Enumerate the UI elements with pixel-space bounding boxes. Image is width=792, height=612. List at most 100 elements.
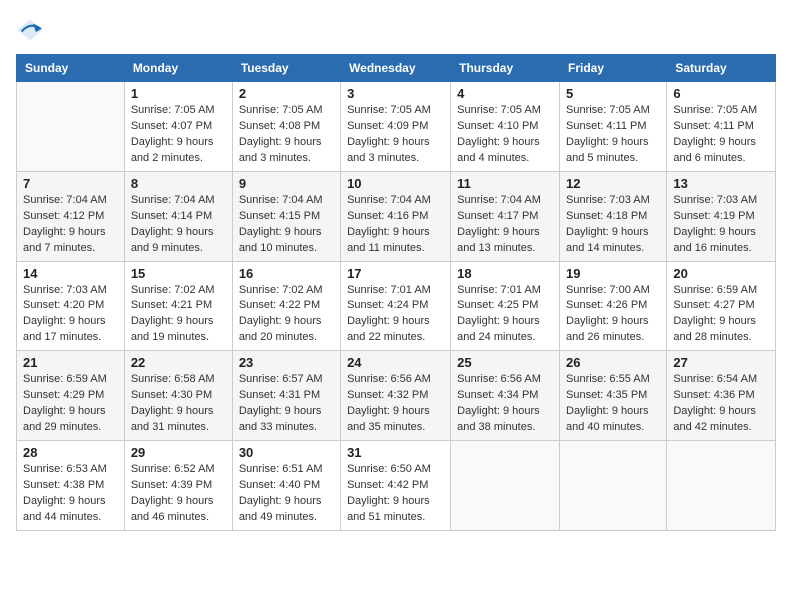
day-info: Sunrise: 7:04 AMSunset: 4:17 PMDaylight:… [457,193,553,257]
day-info: Sunrise: 7:01 AMSunset: 4:25 PMDaylight:… [457,283,553,347]
day-number: 9 [239,176,334,191]
calendar-cell: 31Sunrise: 6:50 AMSunset: 4:42 PMDayligh… [341,441,451,531]
day-info: Sunrise: 6:54 AMSunset: 4:36 PMDaylight:… [673,372,769,436]
calendar-cell: 30 Sunrise: 6:51 AMSunset: 4:40 PMDayligh… [232,441,340,531]
day-info: Sunrise: 6:56 AMSunset: 4:32 PMDaylight:… [347,372,444,436]
calendar-cell: 17 Sunrise: 7:01 AMSunset: 4:24 PMDayligh… [341,261,451,351]
day-info: Sunrise: 7:05 AMSunset: 4:09 PMDaylight:… [347,103,444,167]
calendar-cell: 5 Sunrise: 7:05 AMSunset: 4:11 PMDaylight… [560,82,667,172]
day-number: 31 [347,445,444,460]
calendar-header-row: SundayMondayTuesdayWednesdayThursdayFrid… [17,55,776,82]
calendar-cell: 23Sunrise: 6:57 AMSunset: 4:31 PMDayligh… [232,351,340,441]
calendar-cell: 21 Sunrise: 6:59 AMSunset: 4:29 PMDayligh… [17,351,125,441]
day-of-week-header: Wednesday [341,55,451,82]
calendar-cell: 18 Sunrise: 7:01 AMSunset: 4:25 PMDayligh… [451,261,560,351]
day-number: 4 [457,86,553,101]
day-number: 5 [566,86,660,101]
calendar-cell: 4 Sunrise: 7:05 AMSunset: 4:10 PMDaylight… [451,82,560,172]
calendar-cell [451,441,560,531]
day-info: Sunrise: 6:58 AMSunset: 4:30 PMDaylight:… [131,372,226,436]
calendar-week-row: 28 Sunrise: 6:53 AMSunset: 4:38 PMDayligh… [17,441,776,531]
day-number: 1 [131,86,226,101]
calendar-cell: 25 Sunrise: 6:56 AMSunset: 4:34 PMDayligh… [451,351,560,441]
day-number: 21 [23,355,118,370]
day-number: 20 [673,266,769,281]
calendar-cell: 28 Sunrise: 6:53 AMSunset: 4:38 PMDayligh… [17,441,125,531]
day-info: Sunrise: 7:04 AMSunset: 4:15 PMDaylight:… [239,193,334,257]
day-info: Sunrise: 7:04 AMSunset: 4:14 PMDaylight:… [131,193,226,257]
calendar-cell: 27 Sunrise: 6:54 AMSunset: 4:36 PMDayligh… [667,351,776,441]
calendar-cell: 24 Sunrise: 6:56 AMSunset: 4:32 PMDayligh… [341,351,451,441]
day-info: Sunrise: 7:02 AMSunset: 4:22 PMDaylight:… [239,283,334,347]
day-info: Sunrise: 6:52 AMSunset: 4:39 PMDaylight:… [131,462,226,526]
day-of-week-header: Saturday [667,55,776,82]
calendar-cell: 2 Sunrise: 7:05 AMSunset: 4:08 PMDaylight… [232,82,340,172]
day-number: 19 [566,266,660,281]
calendar-cell: 22 Sunrise: 6:58 AMSunset: 4:30 PMDayligh… [124,351,232,441]
day-number: 25 [457,355,553,370]
calendar-cell: 9 Sunrise: 7:04 AMSunset: 4:15 PMDaylight… [232,171,340,261]
calendar-cell [17,82,125,172]
day-number: 17 [347,266,444,281]
day-info: Sunrise: 6:51 AMSunset: 4:40 PMDaylight:… [239,462,334,526]
calendar-cell: 26Sunrise: 6:55 AMSunset: 4:35 PMDayligh… [560,351,667,441]
day-info: Sunrise: 7:05 AMSunset: 4:10 PMDaylight:… [457,103,553,167]
day-info: Sunrise: 7:02 AMSunset: 4:21 PMDaylight:… [131,283,226,347]
calendar-cell [560,441,667,531]
calendar-table: SundayMondayTuesdayWednesdayThursdayFrid… [16,54,776,531]
calendar-week-row: 1 Sunrise: 7:05 AMSunset: 4:07 PMDaylight… [17,82,776,172]
day-number: 11 [457,176,553,191]
day-number: 12 [566,176,660,191]
day-number: 30 [239,445,334,460]
calendar-cell: 13 Sunrise: 7:03 AMSunset: 4:19 PMDayligh… [667,171,776,261]
day-info: Sunrise: 7:03 AMSunset: 4:20 PMDaylight:… [23,283,118,347]
day-info: Sunrise: 7:01 AMSunset: 4:24 PMDaylight:… [347,283,444,347]
day-info: Sunrise: 7:05 AMSunset: 4:08 PMDaylight:… [239,103,334,167]
day-number: 2 [239,86,334,101]
day-number: 13 [673,176,769,191]
day-number: 18 [457,266,553,281]
day-number: 15 [131,266,226,281]
calendar-cell: 7 Sunrise: 7:04 AMSunset: 4:12 PMDaylight… [17,171,125,261]
day-info: Sunrise: 7:05 AMSunset: 4:11 PMDaylight:… [566,103,660,167]
day-number: 14 [23,266,118,281]
calendar-week-row: 21 Sunrise: 6:59 AMSunset: 4:29 PMDayligh… [17,351,776,441]
day-info: Sunrise: 6:59 AMSunset: 4:29 PMDaylight:… [23,372,118,436]
calendar-cell: 1 Sunrise: 7:05 AMSunset: 4:07 PMDaylight… [124,82,232,172]
day-info: Sunrise: 6:55 AMSunset: 4:35 PMDaylight:… [566,372,660,436]
day-number: 7 [23,176,118,191]
day-info: Sunrise: 7:03 AMSunset: 4:19 PMDaylight:… [673,193,769,257]
day-number: 29 [131,445,226,460]
calendar-cell: 14 Sunrise: 7:03 AMSunset: 4:20 PMDayligh… [17,261,125,351]
day-number: 22 [131,355,226,370]
day-of-week-header: Tuesday [232,55,340,82]
day-info: Sunrise: 7:04 AMSunset: 4:12 PMDaylight:… [23,193,118,257]
day-number: 3 [347,86,444,101]
day-info: Sunrise: 6:56 AMSunset: 4:34 PMDaylight:… [457,372,553,436]
calendar-cell: 19 Sunrise: 7:00 AMSunset: 4:26 PMDayligh… [560,261,667,351]
day-info: Sunrise: 7:04 AMSunset: 4:16 PMDaylight:… [347,193,444,257]
day-info: Sunrise: 7:05 AMSunset: 4:11 PMDaylight:… [673,103,769,167]
day-number: 27 [673,355,769,370]
calendar-cell: 6Sunrise: 7:05 AMSunset: 4:11 PMDaylight… [667,82,776,172]
day-info: Sunrise: 7:05 AMSunset: 4:07 PMDaylight:… [131,103,226,167]
day-info: Sunrise: 6:59 AMSunset: 4:27 PMDaylight:… [673,283,769,347]
day-info: Sunrise: 7:00 AMSunset: 4:26 PMDaylight:… [566,283,660,347]
day-number: 8 [131,176,226,191]
calendar-cell: 3 Sunrise: 7:05 AMSunset: 4:09 PMDaylight… [341,82,451,172]
day-number: 10 [347,176,444,191]
day-info: Sunrise: 7:03 AMSunset: 4:18 PMDaylight:… [566,193,660,257]
calendar-cell: 20 Sunrise: 6:59 AMSunset: 4:27 PMDayligh… [667,261,776,351]
page-header [16,16,776,44]
day-info: Sunrise: 6:53 AMSunset: 4:38 PMDaylight:… [23,462,118,526]
day-of-week-header: Monday [124,55,232,82]
logo-icon [16,16,44,44]
day-number: 24 [347,355,444,370]
calendar-cell: 16Sunrise: 7:02 AMSunset: 4:22 PMDayligh… [232,261,340,351]
calendar-cell: 29 Sunrise: 6:52 AMSunset: 4:39 PMDayligh… [124,441,232,531]
calendar-week-row: 7 Sunrise: 7:04 AMSunset: 4:12 PMDaylight… [17,171,776,261]
day-of-week-header: Thursday [451,55,560,82]
calendar-cell: 11 Sunrise: 7:04 AMSunset: 4:17 PMDayligh… [451,171,560,261]
calendar-cell: 8 Sunrise: 7:04 AMSunset: 4:14 PMDaylight… [124,171,232,261]
day-number: 28 [23,445,118,460]
